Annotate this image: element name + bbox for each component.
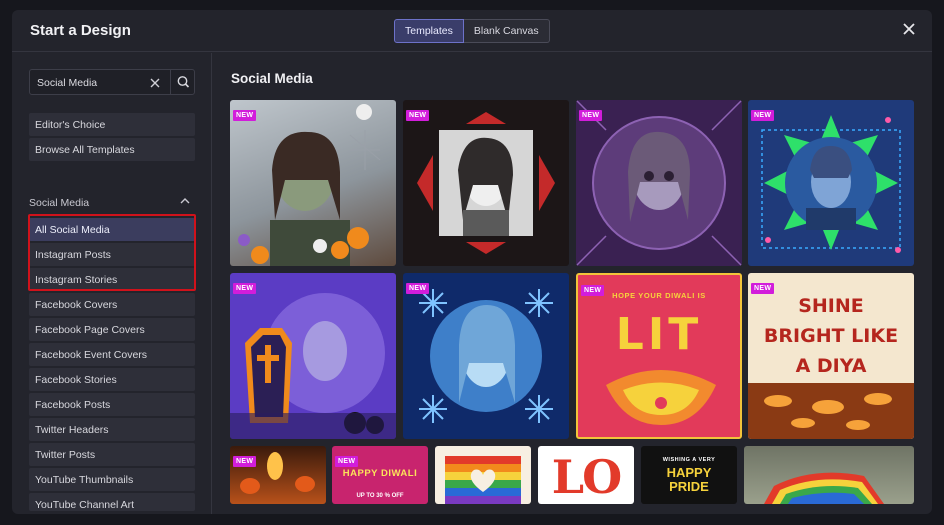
starburst-illustration: [761, 115, 901, 253]
search-value: Social Media: [37, 77, 98, 89]
nav-facebook-stories[interactable]: Facebook Stories: [29, 368, 195, 391]
snowflake-woman-illustration: [419, 289, 553, 423]
new-badge: NEW: [581, 285, 605, 296]
start-design-modal: Start a Design Templates Blank Canvas So…: [12, 10, 932, 514]
clear-icon[interactable]: [150, 74, 160, 95]
annotation-highlight-box: [28, 214, 196, 291]
diya-lamp-illustration: [606, 370, 716, 425]
coffin-illustration: [230, 293, 396, 439]
new-badge: NEW: [335, 456, 359, 467]
happy-pride-headline: HAPPY PRIDE: [666, 465, 712, 494]
template-pride-heart[interactable]: [435, 446, 531, 504]
rainbow-heart-illustration: [445, 456, 521, 504]
modal-header: Start a Design Templates Blank Canvas: [12, 10, 932, 52]
happy-pride-subtitle: WISHING A VERY: [662, 457, 716, 463]
pride-lo-headline: LO: [551, 450, 622, 504]
sidebar: Social Media Editor's Choice Browse All …: [12, 53, 212, 514]
new-badge: NEW: [233, 110, 257, 121]
new-badge: NEW: [233, 283, 257, 294]
search-icon[interactable]: [170, 70, 195, 94]
template-gothic-frame-portrait[interactable]: NEW: [403, 100, 569, 266]
template-diwali-lit[interactable]: HOPE YOUR DIWALI IS LIT NEW: [576, 273, 742, 439]
happy-diwali-offer: UP TO 30 % OFF: [356, 493, 404, 499]
new-badge: NEW: [751, 283, 775, 294]
nav-youtube-channel-art[interactable]: YouTube Channel Art: [29, 493, 195, 511]
template-skeleton-coffin[interactable]: NEW: [230, 273, 396, 439]
content-title: Social Media: [231, 71, 313, 86]
nav-facebook-page-covers[interactable]: Facebook Page Covers: [29, 318, 195, 341]
new-badge: NEW: [751, 110, 775, 121]
new-badge: NEW: [233, 456, 257, 467]
tab-blank-canvas[interactable]: Blank Canvas: [463, 19, 550, 43]
nav-facebook-event-covers[interactable]: Facebook Event Covers: [29, 343, 195, 366]
happy-diwali-headline: HAPPY DIWALI: [342, 468, 418, 479]
chevron-up-icon[interactable]: [180, 197, 190, 207]
template-halloween-zombie-girl[interactable]: NEW: [230, 100, 396, 266]
new-badge: NEW: [406, 110, 430, 121]
template-candle-photo[interactable]: NEW: [230, 446, 326, 504]
template-happy-pride[interactable]: WISHING A VERY HAPPY PRIDE: [641, 446, 737, 504]
new-badge: NEW: [406, 283, 430, 294]
nav-editors-choice[interactable]: Editor's Choice: [29, 113, 195, 136]
nav-twitter-headers[interactable]: Twitter Headers: [29, 418, 195, 441]
modal-title: Start a Design: [30, 22, 131, 39]
section-label: Social Media: [29, 197, 90, 209]
nav-youtube-thumbnails[interactable]: YouTube Thumbnails: [29, 468, 195, 491]
new-badge: NEW: [579, 110, 603, 121]
tab-templates[interactable]: Templates: [394, 19, 464, 43]
template-happy-diwali-sale[interactable]: HAPPY DIWALI UP TO 30 % OFF NEW: [332, 446, 428, 504]
template-diwali-diya[interactable]: SHINE BRIGHT LIKE A DIYA NEW: [748, 273, 914, 439]
nav-browse-all[interactable]: Browse All Templates: [29, 138, 195, 161]
mode-switch: Templates Blank Canvas: [394, 19, 550, 43]
close-icon[interactable]: [900, 21, 918, 39]
template-snowflake-woman[interactable]: NEW: [403, 273, 569, 439]
nav-facebook-posts[interactable]: Facebook Posts: [29, 393, 195, 416]
nav-facebook-covers[interactable]: Facebook Covers: [29, 293, 195, 316]
gothic-portrait-illustration: [417, 112, 555, 254]
template-blue-man-starburst[interactable]: NEW: [748, 100, 914, 266]
template-rainbow-flag-photo[interactable]: [744, 446, 914, 504]
rainbow-flag-photo: [764, 472, 884, 504]
candle-flame-photo: [240, 452, 315, 494]
nav-twitter-posts[interactable]: Twitter Posts: [29, 443, 195, 466]
template-purple-zombie-face[interactable]: NEW: [576, 100, 742, 266]
search-input[interactable]: Social Media: [29, 69, 195, 95]
zombie-face-illustration: [576, 100, 742, 266]
candles-photo: [748, 383, 914, 439]
template-pride-lo[interactable]: LO: [538, 446, 634, 504]
section-social-media[interactable]: Social Media: [29, 197, 195, 209]
zombie-girl-illustration: [238, 104, 381, 266]
